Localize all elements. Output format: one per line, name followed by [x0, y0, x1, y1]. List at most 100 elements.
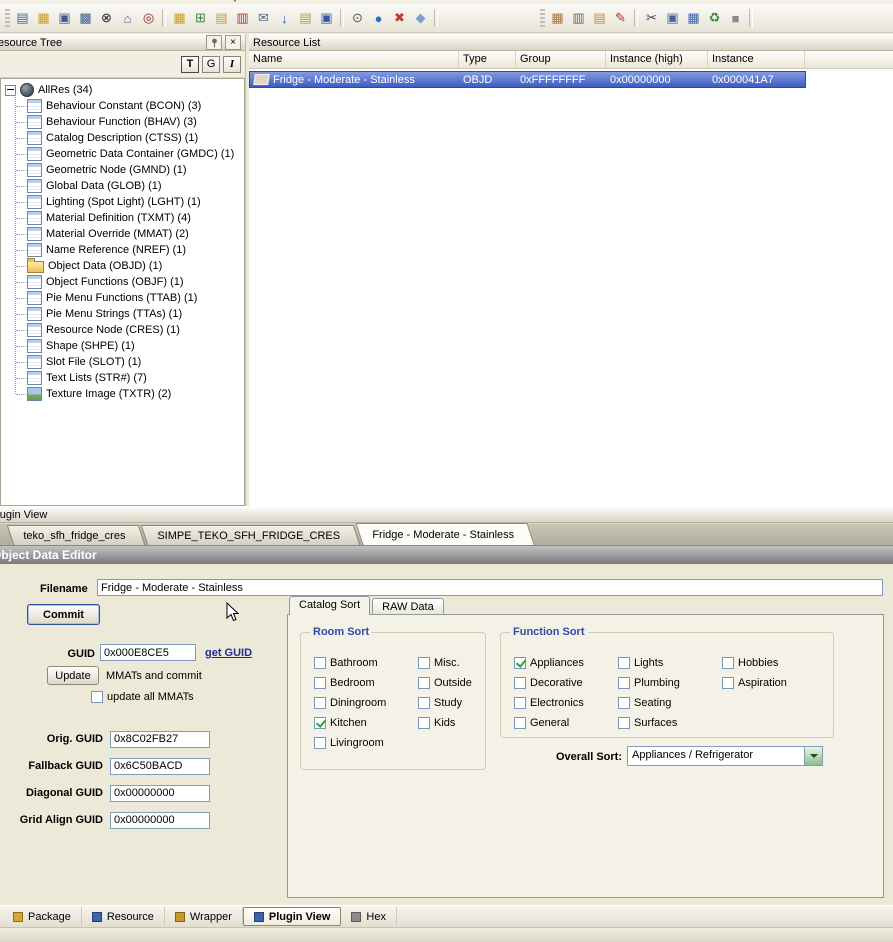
guid-input[interactable] — [100, 644, 196, 661]
kids-checkbox[interactable]: Kids — [418, 716, 472, 729]
menu-item[interactable]: Extra — [112, 0, 154, 2]
editor-tab[interactable]: RAW Data — [372, 598, 444, 615]
commit-button[interactable]: Commit — [27, 604, 100, 625]
guid-field-input[interactable] — [110, 730, 210, 748]
bedroom-checkbox[interactable]: Bedroom — [314, 676, 386, 689]
book-icon[interactable]: ▤ — [590, 9, 609, 28]
seating-checkbox[interactable]: Seating — [618, 696, 680, 709]
misc-checkbox[interactable]: Misc. — [418, 656, 472, 669]
guid-field-input[interactable] — [110, 757, 210, 775]
search-icon[interactable]: ◎ — [139, 9, 158, 28]
save-all-icon[interactable]: ▩ — [76, 9, 95, 28]
tree-item[interactable]: Slot File (SLOT) (1) — [12, 354, 243, 370]
tree-item[interactable]: Shape (SHPE) (1) — [12, 338, 243, 354]
grid-window-icon[interactable]: ▦ — [684, 9, 703, 28]
column-header[interactable]: Type — [459, 51, 516, 69]
edit-note-icon[interactable]: ✎ — [611, 9, 630, 28]
tree-root-allres[interactable]: AllRes (34) — [2, 82, 243, 98]
delete-icon[interactable]: ✖ — [390, 9, 409, 28]
tree-item[interactable]: Pie Menu Functions (TTAB) (1) — [12, 290, 243, 306]
decorative-checkbox[interactable]: Decorative — [514, 676, 584, 689]
view-tab[interactable]: Hex — [341, 907, 397, 926]
tree-item[interactable]: Geometric Node (GMND) (1) — [12, 162, 243, 178]
tree-item[interactable]: Text Lists (STR#) (7) — [12, 370, 243, 386]
report-icon[interactable]: ▤ — [296, 9, 315, 28]
column-header[interactable]: Instance (high) — [606, 51, 708, 69]
tree-item[interactable]: Name Reference (NREF) (1) — [12, 242, 243, 258]
menu-item[interactable]: Window — [154, 0, 209, 2]
plumbing-checkbox[interactable]: Plumbing — [618, 676, 680, 689]
tree-item[interactable]: Material Override (MMAT) (2) — [12, 226, 243, 242]
view-tab[interactable]: Wrapper — [165, 907, 243, 926]
tree-item[interactable]: Behaviour Function (BHAV) (3) — [12, 114, 243, 130]
kitchen-checkbox[interactable]: Kitchen — [314, 716, 386, 729]
resource-row-selected[interactable]: Fridge - Moderate - Stainless OBJD 0xFFF… — [249, 71, 806, 88]
overall-sort-select[interactable]: Appliances / Refrigerator — [627, 746, 823, 766]
toolbar-grip[interactable] — [5, 9, 10, 27]
import-icon[interactable]: ↓ — [275, 9, 294, 28]
tree-item[interactable]: Object Functions (OBJF) (1) — [12, 274, 243, 290]
outside-checkbox[interactable]: Outside — [418, 676, 472, 689]
save-package-icon[interactable]: ▣ — [55, 9, 74, 28]
tree-item[interactable]: Texture Image (TXTR) (2) — [12, 386, 243, 402]
menu-item[interactable]: File — [2, 0, 36, 2]
update-all-mmats-checkbox[interactable]: update all MMATs — [91, 690, 194, 703]
view-tab[interactable]: Resource — [82, 907, 165, 926]
general-checkbox[interactable]: General — [514, 716, 584, 729]
toolbar-grip[interactable] — [540, 9, 545, 27]
bathroom-checkbox[interactable]: Bathroom — [314, 656, 386, 669]
filter-button[interactable]: I — [223, 55, 241, 73]
plugin-tab[interactable]: SIMPE_TEKO_SFH_FRIDGE_CRES — [140, 525, 361, 545]
filename-input[interactable] — [97, 579, 883, 596]
editor-tab[interactable]: Catalog Sort — [289, 596, 371, 615]
guid-field-input[interactable] — [110, 784, 210, 802]
hex-view-icon[interactable]: ▥ — [569, 9, 588, 28]
open-package-icon[interactable]: ▦ — [34, 9, 53, 28]
tree-item[interactable]: Catalog Description (CTSS) (1) — [12, 130, 243, 146]
get-guid-link[interactable]: get GUID — [205, 647, 252, 659]
plugin-icon[interactable]: ♻ — [705, 9, 724, 28]
new-package-icon[interactable]: ▤ — [13, 9, 32, 28]
electronics-checkbox[interactable]: Electronics — [514, 696, 584, 709]
lights-checkbox[interactable]: Lights — [618, 656, 680, 669]
surfaces-checkbox[interactable]: Surfaces — [618, 716, 680, 729]
tree-item[interactable]: Geometric Data Container (GMDC) (1) — [12, 146, 243, 162]
tree-item[interactable]: Pie Menu Strings (TTAs) (1) — [12, 306, 243, 322]
open-resource-icon[interactable]: ▦ — [170, 9, 189, 28]
pin-icon[interactable] — [206, 35, 222, 50]
lock-icon[interactable]: ■ — [726, 9, 745, 28]
study-checkbox[interactable]: Study — [418, 696, 472, 709]
hobbies-checkbox[interactable]: Hobbies — [722, 656, 787, 669]
column-header[interactable]: Group — [516, 51, 606, 69]
tree-item[interactable]: Material Definition (TXMT) (4) — [12, 210, 243, 226]
menu-item[interactable]: Edit — [36, 0, 71, 2]
copy-icon[interactable]: ▣ — [663, 9, 682, 28]
gem-icon[interactable]: ◆ — [411, 9, 430, 28]
livingroom-checkbox[interactable]: Livingroom — [314, 736, 386, 749]
tree-item[interactable]: Global Data (GLOB) (1) — [12, 178, 243, 194]
update-button[interactable]: Update — [47, 666, 99, 685]
cut-icon[interactable]: ✂ — [642, 9, 661, 28]
aspiration-checkbox[interactable]: Aspiration — [722, 676, 787, 689]
close-package-icon[interactable]: ⊗ — [97, 9, 116, 28]
mail-icon[interactable]: ✉ — [254, 9, 273, 28]
menu-item[interactable]: Tools — [71, 0, 113, 2]
web-icon[interactable]: ● — [369, 9, 388, 28]
view-tab[interactable]: Plugin View — [242, 907, 342, 926]
tree-item[interactable]: Resource Node (CRES) (1) — [12, 322, 243, 338]
menu-item[interactable]: Help — [209, 0, 248, 2]
home-icon[interactable]: ⌂ — [118, 9, 137, 28]
filter-button[interactable]: G — [202, 55, 220, 73]
save-resource-icon[interactable]: ▣ — [317, 9, 336, 28]
clone-resource-icon[interactable]: ▤ — [212, 9, 231, 28]
view-tab[interactable]: Package — [3, 907, 82, 926]
filter-button[interactable]: T — [181, 55, 199, 73]
plugin-tab[interactable]: teko_sfh_fridge_cres — [6, 525, 146, 545]
package-box-icon[interactable]: ▦ — [548, 9, 567, 28]
tree-item[interactable]: Lighting (Spot Light) (LGHT) (1) — [12, 194, 243, 210]
plugin-tab[interactable]: Fridge - Moderate - Stainless — [355, 523, 535, 545]
diningroom-checkbox[interactable]: Diningroom — [314, 696, 386, 709]
error-log-icon[interactable]: ▥ — [233, 9, 252, 28]
chevron-down-icon[interactable] — [804, 747, 822, 765]
appliances-checkbox[interactable]: Appliances — [514, 656, 584, 669]
